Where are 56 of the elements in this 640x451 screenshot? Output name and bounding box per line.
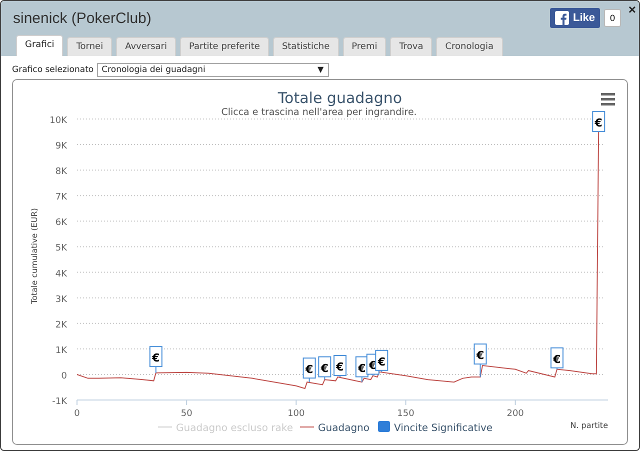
y-tick-label: 4K [55,269,67,280]
y-axis-title: Totale cumulative (EUR) [30,208,39,304]
annotation: € [368,359,377,372]
flag-marker[interactable]: € [592,111,606,132]
facebook-icon [554,11,569,25]
y-tick-label: 10K [50,116,67,126]
y-tick-label: 0 [61,371,67,382]
y-tick-label: 9K [55,142,67,152]
annotation: € [594,116,602,130]
x-tick-label: 200 [506,409,524,419]
y-tick-label: 5K [55,244,67,254]
flag-marker[interactable]: € [375,350,388,372]
close-icon[interactable]: × [628,2,636,17]
y-tick-label: 6K [55,218,67,228]
y-tick-label: 2K [55,320,67,330]
like-count: 0 [604,9,621,27]
annotation: € [475,349,484,362]
tab[interactable]: Partite preferite [180,37,269,56]
annotation: € [335,360,344,374]
annotation: € [376,355,386,368]
tab[interactable]: Statistiche [272,37,339,56]
annotation: € [552,352,561,366]
chart-title: Totale guadagno [278,89,402,107]
chart-subtitle: Clicca e trascina nell'area per ingrandire. [221,107,417,118]
tab[interactable]: Tornei [67,37,112,56]
y-tick-label: 1K [55,346,67,356]
tab[interactable]: Trova [390,37,432,56]
tab[interactable]: Avversari [116,37,176,56]
x-tick-label: 50 [180,409,192,419]
annotation: € [151,352,160,365]
annotation: € [357,362,366,375]
tab[interactable]: Premi [342,37,386,56]
flag-marker[interactable]: € [550,347,564,370]
window-title: sinenick (PokerClub) [13,10,152,26]
y-tick-label: 3K [55,294,67,305]
annotation: € [320,362,328,375]
y-tick-label: 8K [55,167,67,178]
caret-icon: ▼ [317,65,324,75]
legend-item[interactable]: Vincite Significative [378,421,493,434]
flag-marker[interactable]: € [334,355,346,378]
flag-marker[interactable]: € [318,356,332,380]
x-tick-label: 100 [288,409,305,419]
x-tick-label: 0 [74,409,80,419]
tab[interactable]: Grafici [16,35,64,56]
legend-label: Guadagno [318,423,370,434]
x-tick-label: 150 [397,409,414,419]
select-label: Grafico selezionato [12,65,94,75]
like-button[interactable]: Like [550,8,600,28]
chart-dropdown[interactable]: Cronologia dei guadagni ▼ [96,63,329,77]
legend-item[interactable]: Guadagno [300,423,370,434]
menu-icon[interactable] [601,93,615,106]
annotation: € [304,363,314,376]
tab[interactable]: Cronologia [436,37,502,56]
y-tick-label: -1K [52,397,67,407]
y-tick-label: 7K [55,192,67,203]
x-axis-title: N. partite [570,421,608,430]
